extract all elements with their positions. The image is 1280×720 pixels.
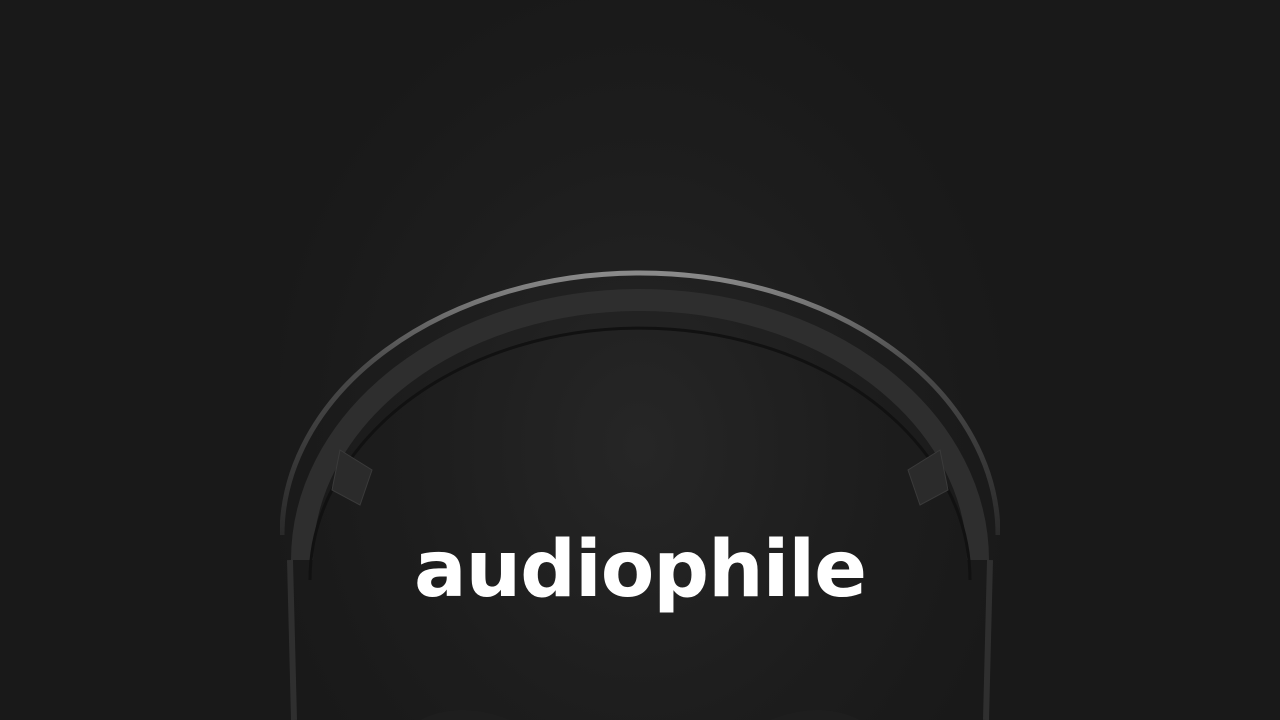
brand-logo: audiophile — [413, 525, 867, 615]
splash-screen: audiophile — [0, 0, 1280, 720]
